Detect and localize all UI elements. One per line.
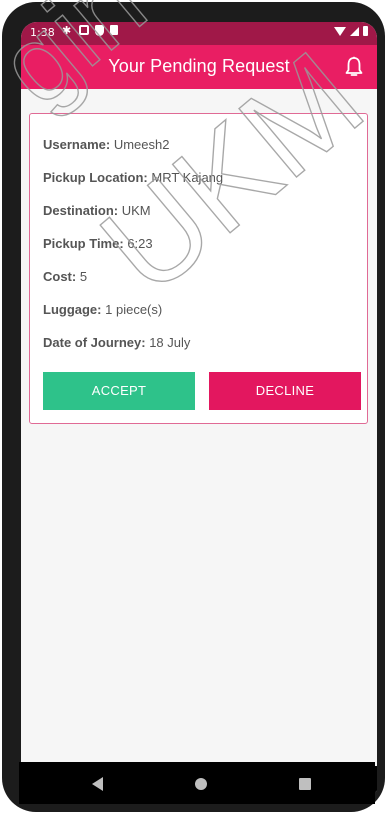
phone-frame: 1:38 ✱ Your Pending Request Username: Um…	[2, 2, 385, 812]
cost-row: Cost: 5	[43, 269, 87, 284]
shield-icon	[95, 25, 104, 36]
back-icon[interactable]	[92, 777, 103, 791]
pickup-time-label: Pickup Time:	[43, 236, 124, 251]
decline-button[interactable]: DECLINE	[209, 372, 361, 410]
cost-value: 5	[79, 269, 88, 284]
pickup-time-row: Pickup Time: 6:23	[43, 236, 153, 251]
pickup-location-row: Pickup Location: MRT Kajang	[43, 170, 223, 185]
status-system-icons	[334, 26, 368, 36]
date-of-journey-value: 18 July	[149, 335, 191, 350]
cost-label: Cost:	[43, 269, 77, 284]
date-of-journey-label: Date of Journey:	[43, 335, 146, 350]
wifi-icon	[334, 26, 346, 36]
destination-row: Destination: UKM	[43, 203, 151, 218]
pickup-time-value: 6:23	[127, 236, 153, 251]
bell-icon[interactable]	[345, 56, 363, 78]
screen: 1:38 ✱ Your Pending Request Username: Um…	[21, 22, 377, 792]
pending-request-card: Username: Umeesh2 Pickup Location: MRT K…	[29, 113, 368, 424]
home-icon[interactable]	[195, 778, 207, 790]
app-bar: Your Pending Request	[21, 45, 377, 89]
status-time: 1:38	[30, 26, 55, 39]
sd-card-icon	[110, 25, 118, 35]
accept-button[interactable]: ACCEPT	[43, 372, 195, 410]
status-notification-icons: ✱	[62, 25, 118, 36]
cell-signal-icon	[350, 26, 359, 36]
luggage-row: Luggage: 1 piece(s)	[43, 302, 162, 317]
destination-label: Destination:	[43, 203, 119, 218]
username-value: Umeesh2	[113, 137, 170, 152]
status-bar: 1:38 ✱	[21, 22, 377, 45]
page-title: Your Pending Request	[108, 56, 290, 76]
pickup-location-label: Pickup Location:	[43, 170, 148, 185]
luggage-value: 1 piece(s)	[105, 302, 163, 317]
notification-box-icon	[79, 25, 89, 35]
date-of-journey-row: Date of Journey: 18 July	[43, 335, 190, 350]
settings-gear-icon: ✱	[62, 24, 72, 37]
username-row: Username: Umeesh2	[43, 137, 169, 152]
luggage-label: Luggage:	[43, 302, 102, 317]
system-navigation-bar	[19, 762, 375, 804]
pickup-location-value: MRT Kajang	[151, 170, 224, 185]
battery-icon	[363, 26, 368, 36]
recents-icon[interactable]	[299, 778, 311, 790]
username-label: Username:	[43, 137, 111, 152]
destination-value: UKM	[121, 203, 151, 218]
